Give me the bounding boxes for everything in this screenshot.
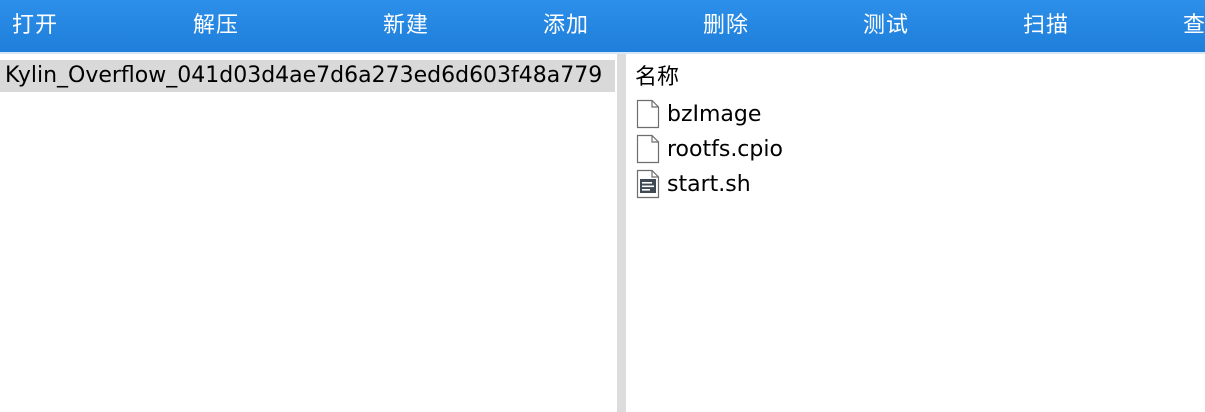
- tree-item-selected[interactable]: Kylin_Overflow_041d03d4ae7d6a273ed6d603f…: [0, 60, 615, 92]
- add-button[interactable]: 添加: [543, 0, 589, 52]
- script-file-icon: [636, 169, 660, 199]
- file-name: rootfs.cpio: [667, 136, 783, 162]
- list-item[interactable]: bzImage: [636, 98, 761, 130]
- file-name: bzImage: [667, 101, 762, 127]
- open-button[interactable]: 打开: [12, 0, 58, 52]
- list-item[interactable]: rootfs.cpio: [636, 133, 783, 165]
- toolbar: 打开 解压 新建 添加 删除 测试 扫描 查: [0, 0, 1205, 54]
- folder-tree-pane: Kylin_Overflow_041d03d4ae7d6a273ed6d603f…: [0, 54, 617, 412]
- view-button[interactable]: 查: [1183, 0, 1205, 52]
- scan-button[interactable]: 扫描: [1023, 0, 1069, 52]
- file-name: start.sh: [667, 171, 751, 197]
- file-icon: [636, 134, 660, 164]
- test-button[interactable]: 测试: [863, 0, 909, 52]
- file-icon: [636, 99, 660, 129]
- column-header-name[interactable]: 名称: [635, 62, 679, 94]
- list-item[interactable]: start.sh: [636, 168, 751, 200]
- extract-button[interactable]: 解压: [193, 0, 239, 52]
- new-button[interactable]: 新建: [383, 0, 429, 52]
- delete-button[interactable]: 删除: [703, 0, 749, 52]
- pane-splitter[interactable]: [617, 54, 626, 412]
- file-list-pane: 名称 bzImage rootfs.cpio start.sh: [626, 54, 1205, 412]
